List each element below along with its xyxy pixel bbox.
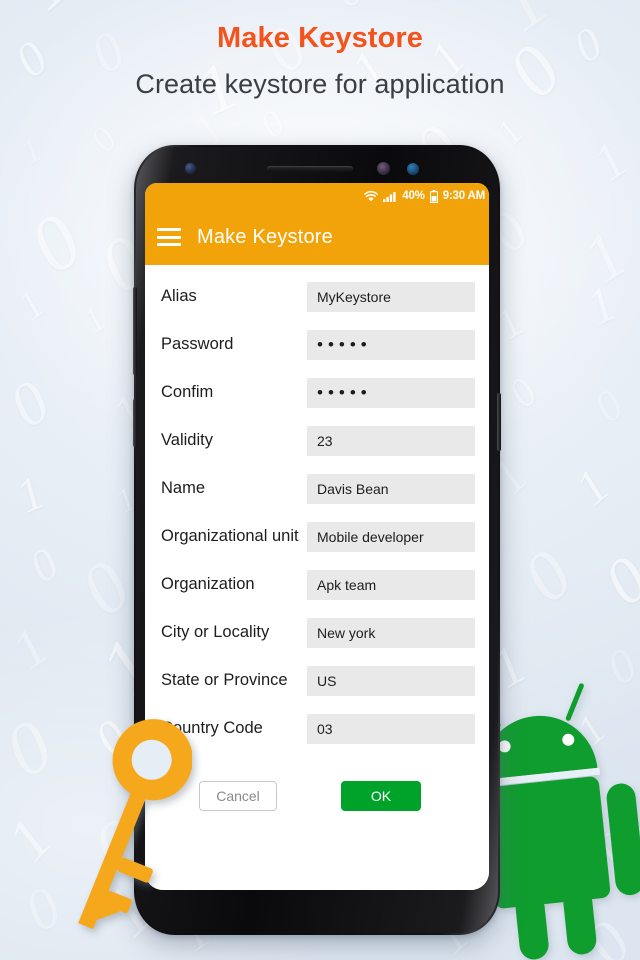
android-robot-icon: [480, 683, 640, 960]
binary-digit: 0: [255, 99, 291, 149]
field-row: City or Locality New york: [145, 615, 489, 651]
field-row: Validity 23: [145, 423, 489, 459]
field-label: State or Province: [161, 671, 288, 690]
field-input[interactable]: Mobile developer: [307, 522, 475, 552]
field-input[interactable]: New york: [307, 618, 475, 648]
app-bar: Make Keystore: [145, 209, 489, 265]
field-label: Validity: [161, 431, 213, 450]
field-row: Organizational unit Mobile developer: [145, 519, 489, 555]
ok-button[interactable]: OK: [341, 781, 421, 811]
earpiece-speaker: [267, 166, 353, 172]
binary-digit: 0: [0, 699, 63, 797]
page-headings: Make Keystore Create keystore for applic…: [0, 0, 640, 100]
battery-icon: [429, 189, 438, 203]
battery-percent-label: 40%: [402, 190, 425, 202]
binary-digit: 1: [11, 277, 52, 331]
field-row: Alias MyKeystore: [145, 279, 489, 315]
binary-digit: 1: [17, 127, 46, 173]
wifi-icon: [364, 190, 379, 202]
field-row: Name Davis Bean: [145, 471, 489, 507]
status-bar: 40% 9:30 AM: [145, 183, 489, 209]
field-row: Country Code 03: [145, 711, 489, 747]
page-title: Make Keystore: [216, 22, 423, 54]
app-bar-title: Make Keystore: [197, 225, 333, 248]
field-label: Organizational unit: [161, 527, 299, 546]
binary-digit: 0: [589, 378, 631, 435]
form-button-row: Cancel OK: [145, 759, 489, 811]
page-subtitle: Create keystore for application: [135, 69, 505, 99]
key-icon: [78, 719, 192, 930]
binary-digit: 0: [18, 870, 68, 946]
binary-digit: 1: [574, 212, 636, 301]
field-label: Name: [161, 479, 206, 498]
field-input[interactable]: •••••: [307, 378, 475, 408]
signal-bars-icon: [383, 191, 397, 202]
binary-digit: 1: [587, 128, 634, 195]
field-label: Confim: [161, 383, 214, 402]
hamburger-menu-icon[interactable]: [157, 228, 181, 246]
binary-digit: 0: [502, 365, 544, 419]
binary-digit: 1: [0, 802, 62, 878]
field-input[interactable]: MyKeystore: [307, 282, 475, 312]
field-input[interactable]: 03: [307, 714, 475, 744]
field-row: Organization Apk team: [145, 567, 489, 603]
phone-top-bezel: [145, 151, 489, 183]
field-input[interactable]: Davis Bean: [307, 474, 475, 504]
binary-digit: 0: [20, 191, 93, 293]
power-button[interactable]: [497, 393, 501, 451]
keystore-form: Alias MyKeystore Password ••••• Confim ••••• V…: [145, 265, 489, 890]
binary-digit: 0: [595, 538, 640, 623]
field-row: Password •••••: [145, 327, 489, 363]
phone-screen: 40% 9:30 AM Make Keystore Alias MyKeysto…: [145, 183, 489, 890]
status-clock: 9:30 AM: [442, 190, 485, 202]
binary-digit: 1: [582, 272, 621, 338]
field-label: Alias: [161, 287, 197, 306]
binary-digit: 1: [5, 612, 56, 684]
volume-button[interactable]: [133, 287, 137, 375]
field-input[interactable]: US: [307, 666, 475, 696]
binary-digit: 1: [78, 297, 112, 343]
cancel-button[interactable]: Cancel: [199, 781, 277, 811]
binary-digit: 0: [71, 539, 142, 635]
binary-digit: 0: [85, 116, 123, 162]
field-row: State or Province US: [145, 663, 489, 699]
field-list: Alias MyKeystore Password ••••• Confim ••••• V…: [145, 279, 489, 747]
iris-scanner-icon: [377, 162, 390, 175]
field-input[interactable]: 23: [307, 426, 475, 456]
assistant-button[interactable]: [133, 399, 137, 447]
binary-digit: 1: [13, 464, 50, 526]
field-label: Password: [161, 335, 234, 354]
field-row: Confim •••••: [145, 375, 489, 411]
binary-digit: 1: [568, 454, 617, 518]
field-label: Organization: [161, 575, 255, 594]
binary-digit: 0: [24, 534, 65, 594]
field-input[interactable]: •••••: [307, 330, 475, 360]
front-camera-icon: [407, 163, 419, 175]
field-input[interactable]: Apk team: [307, 570, 475, 600]
page-canvas: 0100100100001011000101010111001010010110…: [0, 0, 640, 960]
binary-digit: 0: [514, 530, 584, 621]
binary-digit: 0: [3, 364, 59, 444]
proximity-sensor-icon: [185, 163, 196, 174]
field-label: City or Locality: [161, 623, 270, 642]
